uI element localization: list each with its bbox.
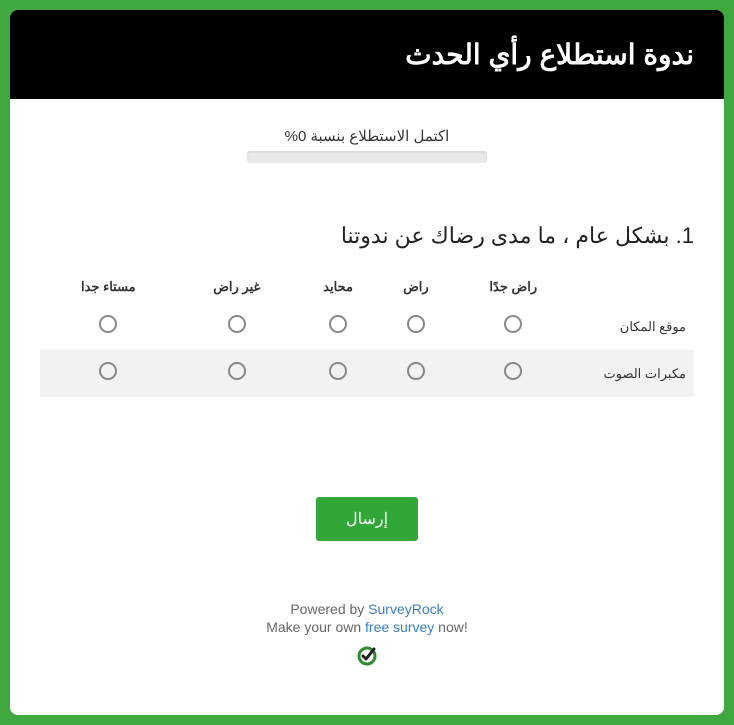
surveyrock-link[interactable]: SurveyRock: [368, 601, 443, 617]
question-section: 1. بشكل عام ، ما مدى رضاك عن ندوتنا راض …: [10, 223, 724, 397]
submit-section: إرسال: [10, 497, 724, 541]
table-row: مكبرات الصوت: [40, 350, 694, 397]
progress-section: اكتمل الاستطلاع بنسبة 0%: [10, 127, 724, 163]
powered-prefix: Powered by: [290, 601, 368, 617]
footer: Powered by SurveyRock Make your own free…: [10, 601, 724, 670]
row-label: موقع المكان: [574, 303, 694, 350]
radio-option[interactable]: [228, 362, 246, 380]
matrix-header-row: راض جدًا راض محايد غير راض مستاء جدا: [40, 271, 694, 303]
radio-option[interactable]: [504, 362, 522, 380]
row-label: مكبرات الصوت: [574, 350, 694, 397]
radio-option[interactable]: [407, 315, 425, 333]
radio-option[interactable]: [228, 315, 246, 333]
col-header: غير راض: [177, 271, 297, 303]
make-suffix: now!: [434, 619, 467, 635]
survey-container: ندوة استطلاع رأي الحدث اكتمل الاستطلاع ب…: [10, 10, 724, 715]
col-header: راض جدًا: [453, 271, 574, 303]
matrix-table: راض جدًا راض محايد غير راض مستاء جدا موق…: [40, 271, 694, 397]
surveyrock-logo-icon: [356, 645, 378, 670]
radio-option[interactable]: [504, 315, 522, 333]
col-header: مستاء جدا: [40, 271, 177, 303]
radio-option[interactable]: [99, 315, 117, 333]
survey-title: ندوة استطلاع رأي الحدث: [405, 39, 694, 70]
col-header: محايد: [297, 271, 379, 303]
radio-option[interactable]: [99, 362, 117, 380]
progress-bar: [247, 151, 487, 163]
radio-option[interactable]: [407, 362, 425, 380]
survey-header: ندوة استطلاع رأي الحدث: [10, 10, 724, 99]
progress-label: اكتمل الاستطلاع بنسبة 0%: [10, 127, 724, 145]
question-title: 1. بشكل عام ، ما مدى رضاك عن ندوتنا: [40, 223, 694, 249]
submit-button[interactable]: إرسال: [316, 497, 418, 541]
table-row: موقع المكان: [40, 303, 694, 350]
radio-option[interactable]: [329, 315, 347, 333]
row-label-header: [574, 271, 694, 303]
free-survey-link[interactable]: free survey: [365, 619, 434, 635]
col-header: راض: [379, 271, 452, 303]
radio-option[interactable]: [329, 362, 347, 380]
make-prefix: Make your own: [266, 619, 365, 635]
make-own-line: Make your own free survey now!: [10, 619, 724, 635]
powered-by-line: Powered by SurveyRock: [10, 601, 724, 617]
